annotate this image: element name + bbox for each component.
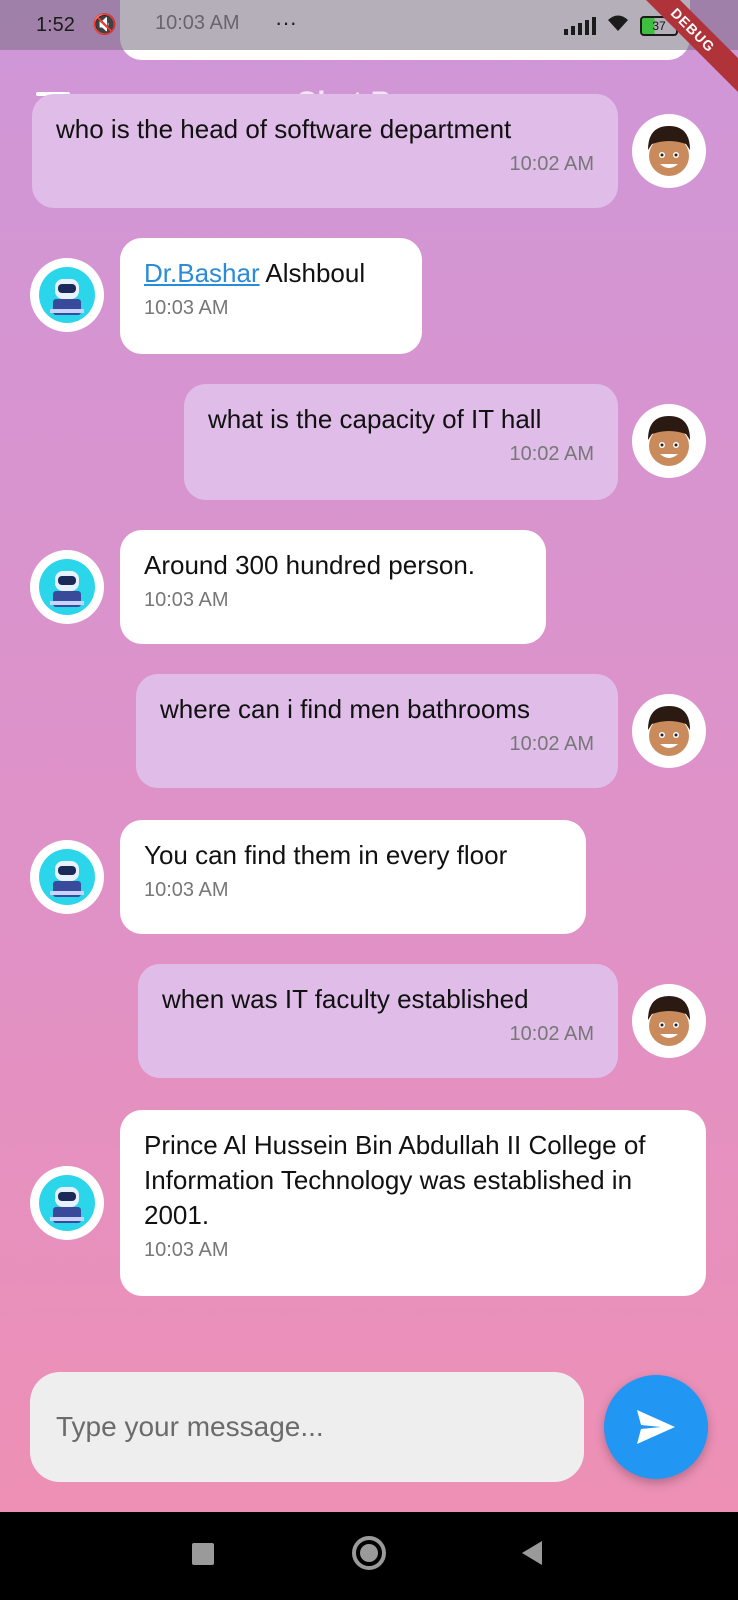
- user-avatar: [632, 984, 706, 1058]
- user-avatar: [632, 114, 706, 188]
- robot-icon: [39, 267, 95, 323]
- message-text: Dr.Bashar Alshboul: [144, 256, 398, 291]
- message-text: You can find them in every floor: [144, 840, 508, 870]
- message-input[interactable]: [54, 1410, 584, 1444]
- user-avatar: [632, 694, 706, 768]
- message-input-container: [30, 1372, 584, 1482]
- message-link[interactable]: Dr.Bashar: [144, 258, 260, 288]
- bot-message-bubble: Around 300 hundred person. 10:03 AM: [120, 530, 546, 644]
- battery-level: 37: [652, 18, 666, 33]
- bot-avatar: [30, 840, 104, 914]
- user-avatar: [632, 404, 706, 478]
- robot-icon: [39, 1175, 95, 1231]
- bot-message-bubble: Dr.Bashar Alshboul 10:03 AM: [120, 238, 422, 354]
- user-message-bubble: where can i find men bathrooms 10:02 AM: [136, 674, 618, 788]
- user-avatar-icon: [648, 416, 690, 466]
- user-message-bubble: who is the head of software department 1…: [32, 94, 618, 208]
- bot-message-bubble: Prince Al Hussein Bin Abdullah II Colleg…: [120, 1110, 706, 1296]
- message-text: Prince Al Hussein Bin Abdullah II Colleg…: [144, 1130, 646, 1230]
- message-text: who is the head of software department: [56, 114, 512, 144]
- notification-icons: 🔇: [92, 14, 119, 36]
- message-time: 10:03 AM: [144, 589, 229, 611]
- bot-avatar: [30, 258, 104, 332]
- more-notifications-icon: ···: [275, 10, 297, 35]
- status-time: 1:52: [36, 14, 75, 36]
- message-text: where can i find men bathrooms: [160, 694, 530, 724]
- user-avatar-icon: [648, 126, 690, 176]
- send-icon: [637, 1410, 675, 1444]
- system-nav-bar: [0, 1512, 738, 1600]
- message-time: 10:03 AM: [144, 1239, 229, 1261]
- message-text-rest: Alshboul: [259, 258, 366, 288]
- robot-icon: [39, 849, 95, 905]
- status-bar: 1:52 🔇 10:03 AM ··· 37: [0, 0, 738, 50]
- message-time: 10:03 AM: [144, 297, 229, 319]
- message-time: 10:02 AM: [509, 1023, 594, 1045]
- message-time: 10:02 AM: [509, 733, 594, 755]
- signal-icon: [564, 16, 596, 35]
- recents-button[interactable]: [192, 1543, 214, 1565]
- bot-avatar: [30, 1166, 104, 1240]
- send-button[interactable]: [604, 1375, 708, 1479]
- message-text: what is the capacity of IT hall: [208, 404, 542, 434]
- message-time: 10:02 AM: [509, 443, 594, 465]
- robot-icon: [39, 559, 95, 615]
- user-avatar-icon: [648, 706, 690, 756]
- bot-avatar: [30, 550, 104, 624]
- overlay-time: 10:03 AM: [155, 12, 240, 34]
- bot-message-bubble: You can find them in every floor 10:03 A…: [120, 820, 586, 934]
- user-message-bubble: when was IT faculty established 10:02 AM: [138, 964, 618, 1078]
- message-text: Around 300 hundred person.: [144, 550, 476, 580]
- wifi-icon: [606, 14, 630, 37]
- back-button[interactable]: [522, 1541, 542, 1565]
- home-button[interactable]: [352, 1536, 386, 1570]
- message-time: 10:02 AM: [509, 153, 594, 175]
- user-message-bubble: what is the capacity of IT hall 10:02 AM: [184, 384, 618, 500]
- message-time: 10:03 AM: [144, 879, 229, 901]
- user-avatar-icon: [648, 996, 690, 1046]
- message-text: when was IT faculty established: [162, 984, 529, 1014]
